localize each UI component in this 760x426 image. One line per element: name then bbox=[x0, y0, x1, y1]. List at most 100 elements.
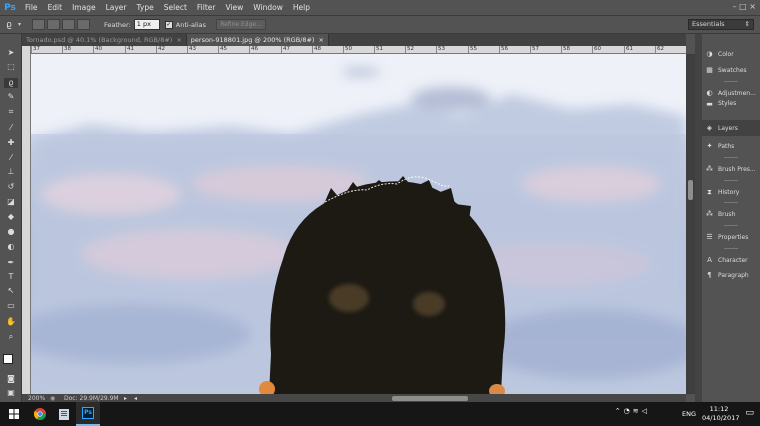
network-icon[interactable]: ◔ bbox=[624, 407, 633, 415]
eyedropper-tool-icon[interactable]: ⁄ bbox=[4, 123, 18, 133]
move-tool-icon[interactable]: ➤ bbox=[4, 48, 18, 58]
panel-history[interactable]: ⧗ History bbox=[702, 184, 760, 200]
panel-separator bbox=[724, 225, 738, 226]
panel-paths[interactable]: ✦ Paths bbox=[702, 138, 760, 154]
subtract-from-selection-icon[interactable] bbox=[62, 19, 75, 30]
ruler-label: 60 bbox=[594, 46, 601, 52]
pen-tool-icon[interactable]: ✒ bbox=[4, 258, 18, 268]
new-selection-icon[interactable] bbox=[32, 19, 45, 30]
panel-adjustments[interactable]: ◐ Adjustmen... bbox=[702, 85, 760, 101]
path-selection-tool-icon[interactable]: ↖ bbox=[4, 286, 18, 296]
panel-properties[interactable]: ☰ Properties bbox=[702, 229, 760, 245]
tab-tornado[interactable]: Tornado.psd @ 40.1% (Background, RGB/8#)… bbox=[22, 34, 187, 46]
close-icon[interactable]: × bbox=[318, 36, 323, 44]
status-info-icon[interactable]: ◉ bbox=[50, 395, 64, 402]
panel-label: Paragraph bbox=[718, 271, 749, 279]
ruler-tick bbox=[62, 46, 63, 53]
menu-layer[interactable]: Layer bbox=[101, 3, 132, 12]
lasso-tool-icon[interactable]: ϱ bbox=[4, 78, 18, 88]
intersect-selection-icon[interactable] bbox=[77, 19, 90, 30]
windows-start-icon[interactable] bbox=[0, 402, 28, 426]
language-indicator[interactable]: ENG bbox=[682, 410, 696, 418]
window-controls[interactable]: – □ × bbox=[733, 2, 756, 11]
scroll-left-icon[interactable]: ◂ bbox=[134, 395, 144, 402]
healing-brush-tool-icon[interactable]: ✚ bbox=[4, 138, 18, 148]
volume-icon[interactable]: ◁ bbox=[642, 407, 650, 415]
clone-stamp-tool-icon[interactable]: ⊥ bbox=[4, 167, 18, 177]
marquee-tool-icon[interactable]: ⬚ bbox=[4, 62, 18, 72]
panel-dock-strip[interactable] bbox=[695, 34, 702, 402]
menu-help[interactable]: Help bbox=[288, 3, 315, 12]
quick-mask-icon[interactable]: ◙ bbox=[4, 374, 18, 384]
chrome-icon[interactable] bbox=[28, 402, 52, 426]
vertical-scroll-thumb[interactable] bbox=[688, 180, 693, 200]
panel-layers[interactable]: ◈ Layers bbox=[702, 120, 760, 136]
menu-select[interactable]: Select bbox=[159, 3, 192, 12]
menu-edit[interactable]: Edit bbox=[43, 3, 68, 12]
ruler-tick bbox=[156, 46, 157, 53]
panel-paragraph[interactable]: ¶ Paragraph bbox=[702, 267, 760, 283]
clock[interactable]: 11:12 04/10/2017 bbox=[702, 405, 740, 422]
foreground-color-swatch[interactable] bbox=[3, 354, 13, 364]
photoshop-taskbar-icon[interactable]: Ps bbox=[76, 402, 100, 426]
brush-tool-icon[interactable]: ⁄ bbox=[4, 153, 18, 163]
ruler-tick bbox=[374, 46, 375, 53]
zoom-tool-icon[interactable]: ⌕ bbox=[4, 332, 18, 342]
blur-tool-icon[interactable]: ● bbox=[4, 227, 18, 237]
tray-icons[interactable]: ⌃◔≋◁ bbox=[615, 407, 650, 415]
panel-separator bbox=[724, 157, 738, 158]
wifi-icon[interactable]: ≋ bbox=[633, 407, 642, 415]
panel-brush-presets[interactable]: ⁂ Brush Pres... bbox=[702, 161, 760, 177]
chevron-up-icon[interactable]: ⌃ bbox=[615, 407, 624, 415]
feather-input[interactable]: 1 px bbox=[133, 19, 160, 30]
menu-filter[interactable]: Filter bbox=[192, 3, 221, 12]
workspace-select[interactable]: Essentials ⇕ bbox=[688, 19, 754, 30]
ruler-tick bbox=[624, 46, 625, 53]
ruler-label: 56 bbox=[501, 46, 508, 52]
lasso-tool-preset-icon[interactable]: ϱ bbox=[0, 20, 18, 30]
clock-date: 04/10/2017 bbox=[702, 413, 740, 422]
vertical-scrollbar[interactable] bbox=[686, 54, 695, 394]
menu-type[interactable]: Type bbox=[132, 3, 159, 12]
panel-label: Swatches bbox=[718, 66, 747, 74]
panel-styles[interactable]: ▬ Styles bbox=[702, 100, 760, 110]
menu-view[interactable]: View bbox=[220, 3, 248, 12]
status-menu-arrow-icon[interactable]: ▸ bbox=[124, 395, 134, 402]
menu-window[interactable]: Window bbox=[248, 3, 288, 12]
dodge-tool-icon[interactable]: ◐ bbox=[4, 242, 18, 252]
menu-image[interactable]: Image bbox=[67, 3, 101, 12]
menu-file[interactable]: File bbox=[20, 3, 43, 12]
panel-swatches[interactable]: ▦ Swatches bbox=[702, 62, 760, 78]
anti-alias-checkbox[interactable]: ✓ bbox=[164, 20, 173, 29]
panels-dock: ◑ Color ▦ Swatches ◐ Adjustmen... ▬ Styles ◈… bbox=[702, 34, 760, 402]
file-explorer-icon[interactable] bbox=[52, 402, 76, 426]
screen-mode-icon[interactable]: ▣ bbox=[4, 388, 18, 398]
type-tool-icon[interactable]: T bbox=[4, 272, 18, 282]
tab-person[interactable]: person-918801.jpg @ 200% (RGB/8#) × bbox=[186, 34, 329, 46]
horizontal-ruler[interactable]: 37 38 40 41 42 43 45 46 47 48 50 51 52 53 55 56 57 58 60 61… bbox=[31, 46, 686, 54]
document-canvas[interactable] bbox=[31, 54, 686, 394]
rectangle-tool-icon[interactable]: ▭ bbox=[4, 301, 18, 311]
ruler-tick bbox=[561, 46, 562, 53]
hand-tool-icon[interactable]: ✋ bbox=[4, 317, 18, 327]
quick-selection-tool-icon[interactable]: ✎ bbox=[4, 92, 18, 102]
tab-label: person-918801.jpg @ 200% (RGB/8#) bbox=[190, 36, 315, 44]
panel-label: Paths bbox=[718, 142, 735, 150]
paint-bucket-tool-icon[interactable]: ◆ bbox=[4, 212, 18, 222]
horizontal-scroll-thumb[interactable] bbox=[392, 396, 468, 401]
styles-icon: ▬ bbox=[706, 100, 713, 108]
vertical-ruler[interactable] bbox=[22, 46, 31, 394]
zoom-level[interactable]: 200% bbox=[22, 395, 50, 402]
preset-dropdown-icon[interactable]: ▾ bbox=[18, 21, 26, 28]
add-to-selection-icon[interactable] bbox=[47, 19, 60, 30]
close-icon[interactable]: × bbox=[176, 36, 181, 44]
panel-separator bbox=[724, 180, 738, 181]
panel-character[interactable]: A Character bbox=[702, 252, 760, 268]
action-center-icon[interactable]: ▭ bbox=[745, 408, 754, 418]
refine-edge-button[interactable]: Refine Edge... bbox=[216, 19, 267, 30]
crop-tool-icon[interactable]: ⌗ bbox=[4, 107, 18, 117]
panel-brush[interactable]: ⁂ Brush bbox=[702, 206, 760, 222]
eraser-tool-icon[interactable]: ◪ bbox=[4, 197, 18, 207]
panel-color[interactable]: ◑ Color bbox=[702, 46, 760, 62]
history-brush-tool-icon[interactable]: ↺ bbox=[4, 182, 18, 192]
